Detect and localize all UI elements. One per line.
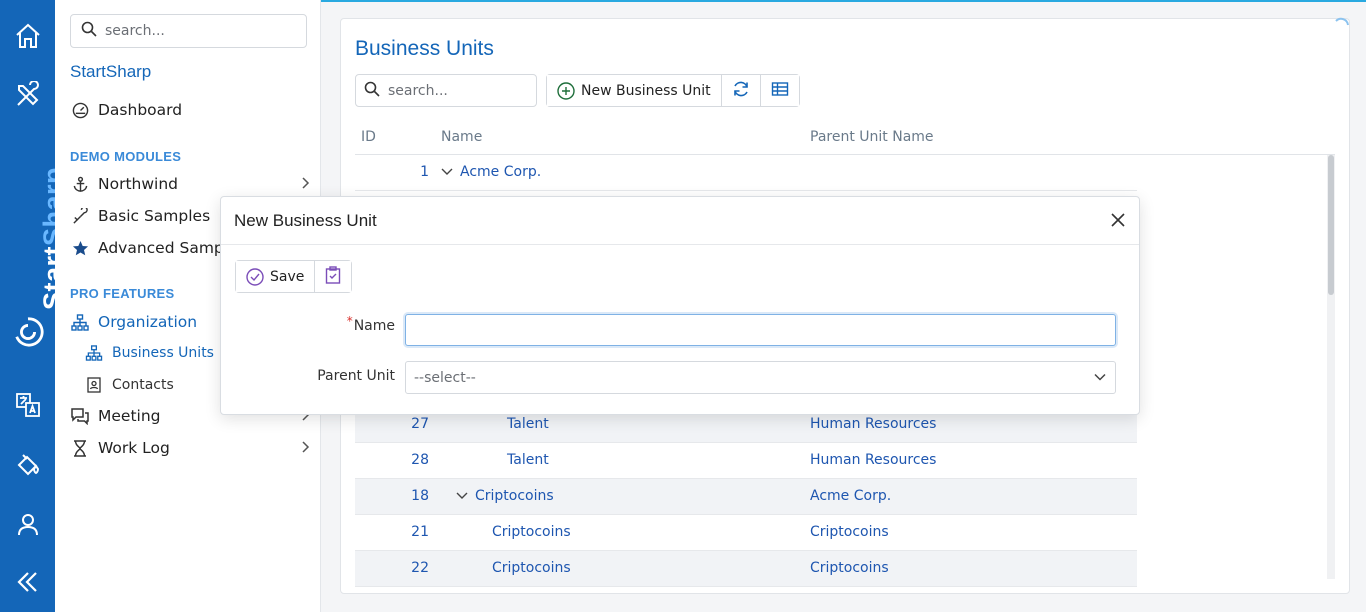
required-marker: * — [346, 314, 353, 328]
search-icon — [81, 21, 97, 41]
home-icon[interactable] — [12, 20, 44, 52]
paint-bucket-icon[interactable] — [12, 449, 44, 481]
refresh-icon — [732, 80, 750, 102]
tools-icon[interactable] — [12, 79, 44, 111]
table-icon — [771, 81, 789, 101]
sitemap-icon — [70, 312, 90, 332]
pro-features-header: PRO FEATURES — [70, 286, 175, 301]
grid-search[interactable] — [355, 74, 537, 107]
refresh-button[interactable] — [721, 75, 761, 106]
new-business-unit-dialog: New Business Unit Save *Name Parent Unit… — [220, 196, 1140, 415]
grid-scrollbar[interactable] — [1327, 155, 1335, 579]
parent-unit-label: Parent Unit — [317, 368, 395, 384]
table-row[interactable]: 22 Criptocoins Criptocoins — [355, 551, 1137, 587]
column-header-parent[interactable]: Parent Unit Name — [810, 129, 934, 145]
logo-icon — [12, 316, 44, 348]
scrollbar-thumb[interactable] — [1328, 155, 1334, 295]
new-business-unit-button[interactable]: New Business Unit — [547, 75, 722, 106]
save-button[interactable]: Save — [236, 261, 316, 292]
name-label: *Name — [346, 314, 395, 334]
loading-spinner-icon — [1333, 16, 1351, 34]
loading-bar — [321, 0, 1366, 2]
sidebar-item-business-units[interactable]: Business Units — [85, 342, 214, 364]
search-icon — [364, 81, 380, 101]
gauge-icon — [70, 100, 90, 120]
column-header-id[interactable]: ID — [361, 129, 376, 145]
star-icon — [70, 238, 90, 258]
translate-icon[interactable] — [12, 389, 44, 421]
tools-small-icon — [70, 206, 90, 226]
sidebar-item-dashboard[interactable]: Dashboard — [70, 98, 310, 122]
hourglass-icon — [70, 438, 90, 458]
sidebar-item-work-log[interactable]: Work Log — [70, 436, 310, 460]
grid-toolbar: New Business Unit — [546, 74, 800, 107]
anchor-icon — [70, 174, 90, 194]
app-title[interactable]: StartSharp — [70, 62, 151, 82]
table-row[interactable]: 28 Talent Human Resources — [355, 443, 1137, 479]
table-row[interactable]: 21 Criptocoins Criptocoins — [355, 515, 1137, 551]
chevron-right-icon — [300, 176, 310, 194]
sidebar-search[interactable] — [70, 14, 307, 48]
sidebar-item-northwind[interactable]: Northwind — [70, 172, 310, 196]
chevron-down-icon[interactable] — [456, 492, 468, 500]
sitemap-icon — [85, 344, 103, 362]
close-icon[interactable] — [1109, 211, 1127, 229]
dialog-title: New Business Unit — [234, 211, 377, 230]
contact-card-icon — [85, 376, 103, 394]
page-title: Business Units — [355, 37, 494, 60]
demo-modules-header: DEMO MODULES — [70, 149, 182, 164]
sidebar-search-input[interactable] — [105, 23, 295, 39]
apply-changes-button[interactable] — [315, 261, 352, 292]
column-picker-button[interactable] — [760, 75, 799, 106]
parent-unit-select[interactable]: --select-- — [405, 361, 1116, 394]
collapse-icon[interactable] — [12, 566, 44, 598]
chat-icon — [70, 406, 90, 426]
clipboard-check-icon — [325, 265, 341, 288]
user-icon[interactable] — [12, 508, 44, 540]
table-row[interactable]: 18 Criptocoins Acme Corp. — [355, 479, 1137, 515]
dialog-toolbar: Save — [235, 260, 353, 293]
chevron-right-icon — [300, 440, 310, 458]
check-circle-icon — [246, 267, 264, 286]
chevron-down-icon[interactable] — [441, 168, 453, 176]
sidebar-item-contacts[interactable]: Contacts — [85, 374, 174, 396]
icon-rail: StartSharp — [0, 0, 68, 612]
name-input[interactable] — [405, 314, 1116, 346]
chevron-down-icon — [1093, 370, 1107, 388]
table-row[interactable]: 1 Acme Corp. — [355, 155, 1137, 191]
plus-circle-icon — [557, 81, 575, 100]
grid-search-input[interactable] — [388, 82, 528, 99]
column-header-name[interactable]: Name — [441, 129, 482, 145]
dialog-divider — [221, 244, 1139, 245]
